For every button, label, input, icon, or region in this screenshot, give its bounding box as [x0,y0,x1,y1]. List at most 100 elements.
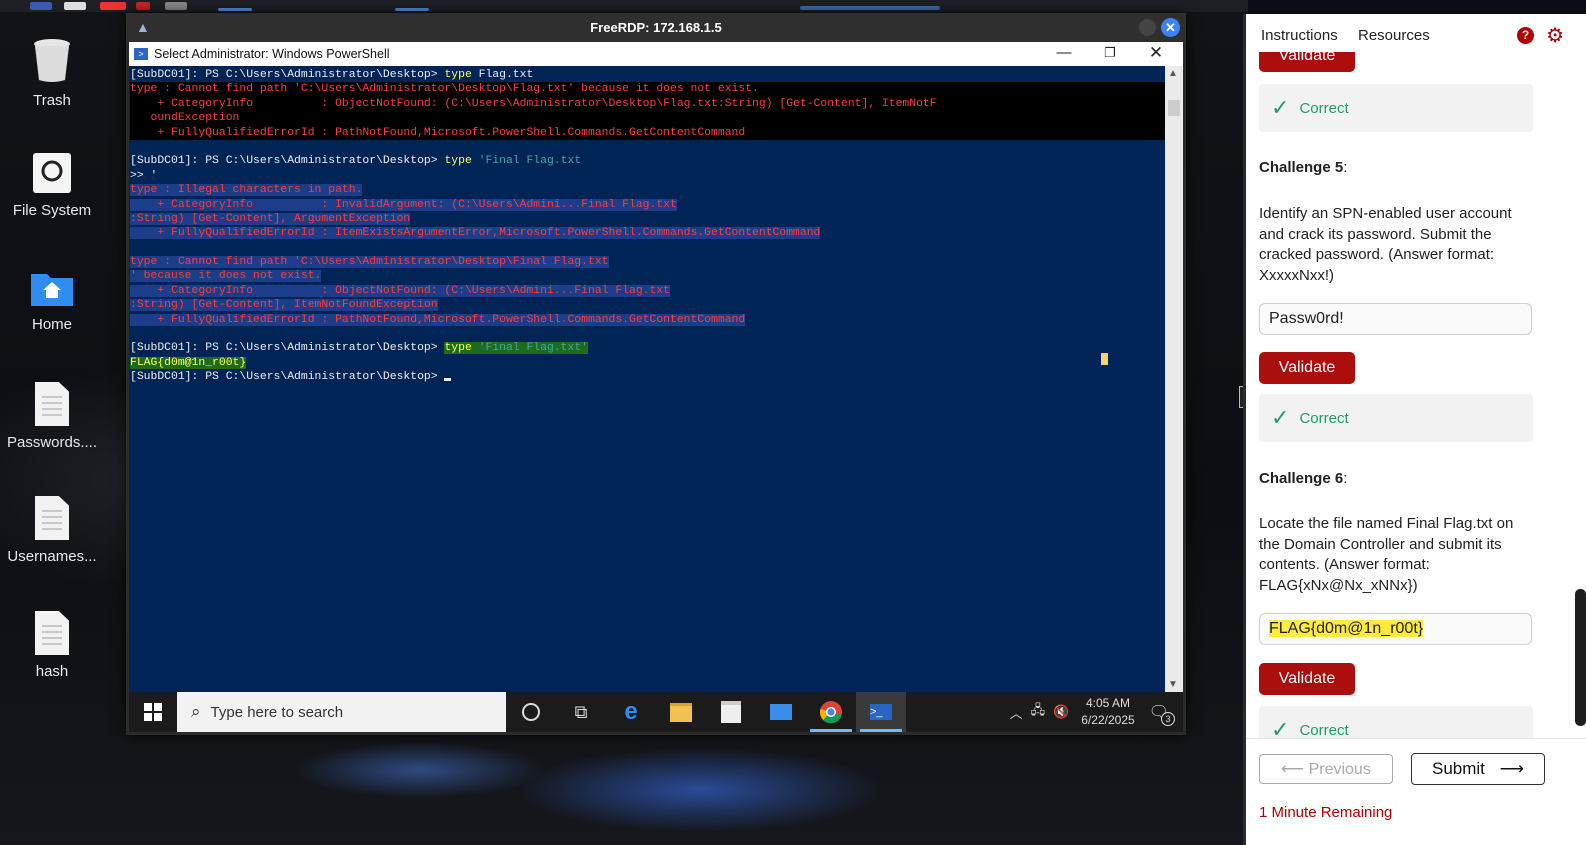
previous-button[interactable]: ⟵ Previous [1259,754,1393,784]
scroll-down-icon[interactable]: ▼ [1168,679,1178,690]
footer-divider [1246,738,1586,739]
cortana-circle-icon [522,703,540,721]
console-cursor [444,378,452,382]
text-file-icon [35,382,69,426]
instructions-scroll-area[interactable]: Validate ✓ Correct Challenge 5: Identify… [1246,14,1586,738]
restore-button[interactable]: ❐ [1087,42,1133,66]
desktop-icon-trash[interactable]: Trash [2,36,102,109]
selection-marker [1101,353,1108,365]
correct-status-challenge4: ✓ Correct [1259,84,1533,132]
desktop-icon-hash[interactable]: hash [2,611,102,680]
time-remaining: 1 Minute Remaining [1259,804,1393,821]
powershell-console[interactable]: [SubDC01]: PS C:\Users\Administrator\Des… [129,66,1165,692]
console-error-line: oundException [130,111,1165,126]
trash-icon [34,39,70,82]
powershell-window: > Select Administrator: Windows PowerShe… [129,42,1183,692]
taskbar-search-box[interactable]: ⌕ Type here to search [177,692,506,732]
challenge-5-answer-input[interactable]: Passw0rd! [1259,303,1532,335]
minimize-button[interactable]: — [1041,42,1087,66]
start-button[interactable] [129,692,177,732]
console-error-line: + CategoryInfo : ObjectNotFound: (C:\Use… [130,284,671,297]
check-icon: ✓ [1271,405,1290,430]
console-error-line: + FullyQualifiedErrorId : PathNotFound,M… [130,313,746,326]
powershell-icon: > [134,48,148,60]
correct-label: Correct [1299,721,1349,739]
volume-muted-icon[interactable]: 🔇 [1053,704,1069,720]
desktop-icon-label: File System [12,202,92,219]
task-view-button[interactable]: ⧉ [556,692,606,732]
help-icon[interactable]: ? [1517,27,1534,44]
correct-label: Correct [1299,409,1349,427]
mail-icon [770,704,792,720]
check-icon: ✓ [1271,95,1290,120]
task-view-icon: ⧉ [574,701,588,722]
console-line: [SubDC01]: PS C:\Users\Administrator\Des… [130,370,1165,384]
scrollbar-thumb[interactable] [1168,100,1180,116]
chrome-app-button[interactable] [806,692,856,732]
validate-button-challenge6[interactable]: Validate [1259,663,1355,695]
drive-icon [33,153,71,193]
correct-status-challenge6: ✓ Correct [1259,706,1533,738]
console-error-line: + CategoryInfo : InvalidArgument: (C:\Us… [130,198,677,211]
tab-resources[interactable]: Resources [1358,27,1430,44]
desktop-icon-usernames[interactable]: Usernames... [2,496,102,565]
text-file-icon [35,611,69,655]
desktop-icon-label: Trash [33,92,71,109]
powershell-app-button[interactable]: >_ [856,692,906,732]
console-line: [SubDC01]: PS C:\Users\Administrator\Des… [130,69,534,81]
freerdp-logo-icon: ▲ [136,19,150,35]
clock-date: 6/22/2025 [1081,713,1135,727]
windows-logo-icon [144,703,162,721]
minimize-circle-button[interactable] [1139,19,1156,36]
system-tray: ︿ 🖧 🔇 4:05 AM 6/22/2025 🗨 3 [1010,692,1183,732]
network-icon[interactable]: 🖧 [1031,701,1046,723]
desktop-icon-home[interactable]: Home [2,270,102,333]
taskbar-clock[interactable]: 4:05 AM 6/22/2025 [1081,695,1134,729]
challenge-6-title: Challenge 6: [1259,470,1348,487]
search-placeholder: Type here to search [210,703,344,721]
notification-count-badge: 3 [1161,712,1175,726]
notification-center-icon[interactable]: 🗨 3 [1149,702,1175,726]
search-icon: ⌕ [191,702,201,721]
clock-time: 4:05 AM [1085,696,1130,710]
tab-instructions[interactable]: Instructions [1261,27,1338,44]
submit-button[interactable]: Submit ⟶ [1411,753,1545,785]
console-scrollbar[interactable]: ▲ ▼ [1165,66,1183,692]
store-bag-icon [721,701,741,723]
edge-icon: e [624,698,638,725]
console-line: [SubDC01]: PS C:\Users\Administrator\Des… [130,342,588,355]
challenge-6-description: Locate the file named Final Flag.txt on … [1259,515,1514,594]
freerdp-window: ▲ FreeRDP: 172.168.1.5 ✕ > Select Admini… [126,13,1186,735]
close-button[interactable]: ✕ [1133,42,1179,66]
scroll-up-icon[interactable]: ▲ [1168,68,1178,79]
chevron-up-icon[interactable]: ︿ [1010,703,1023,722]
edge-app-button[interactable]: e [606,692,656,732]
file-explorer-app-button[interactable] [656,692,706,732]
console-error-line: type : Cannot find path 'C:\Users\Admini… [130,256,609,269]
powershell-titlebar[interactable]: > Select Administrator: Windows PowerShe… [129,42,1183,66]
store-app-button[interactable] [706,692,756,732]
desktop-icon-passwords[interactable]: Passwords.... [2,382,102,451]
panel-scrollbar-thumb[interactable] [1575,589,1586,726]
mail-app-button[interactable] [756,692,806,732]
close-circle-button[interactable]: ✕ [1161,18,1180,37]
home-folder-icon [31,274,73,306]
freerdp-titlebar[interactable]: ▲ FreeRDP: 172.168.1.5 ✕ [126,13,1186,42]
gear-icon[interactable]: ⚙ [1546,23,1564,48]
freerdp-title: FreeRDP: 172.168.1.5 [590,20,722,35]
console-error-line: :String) [Get-Content], ItemNotFoundExce… [130,299,438,312]
cortana-button[interactable] [506,692,556,732]
folder-icon [670,702,692,722]
console-error-line: type : Illegal characters in path. [130,184,363,197]
challenge-6-answer-input[interactable]: FLAG{d0m@1n_r00t} [1259,613,1532,645]
powershell-taskbar-icon: >_ [870,704,892,720]
top-panel-strip [0,0,1248,12]
desktop-icon-file-system[interactable]: File System [2,152,102,219]
windows-taskbar: ⌕ Type here to search ⧉ e >_ ︿ 🖧 🔇 4:05 … [129,692,1183,732]
console-line: [SubDC01]: PS C:\Users\Administrator\Des… [130,155,582,168]
validate-button-challenge5[interactable]: Validate [1259,352,1355,384]
lab-instructions-panel: Validate ✓ Correct Challenge 5: Identify… [1243,14,1586,845]
